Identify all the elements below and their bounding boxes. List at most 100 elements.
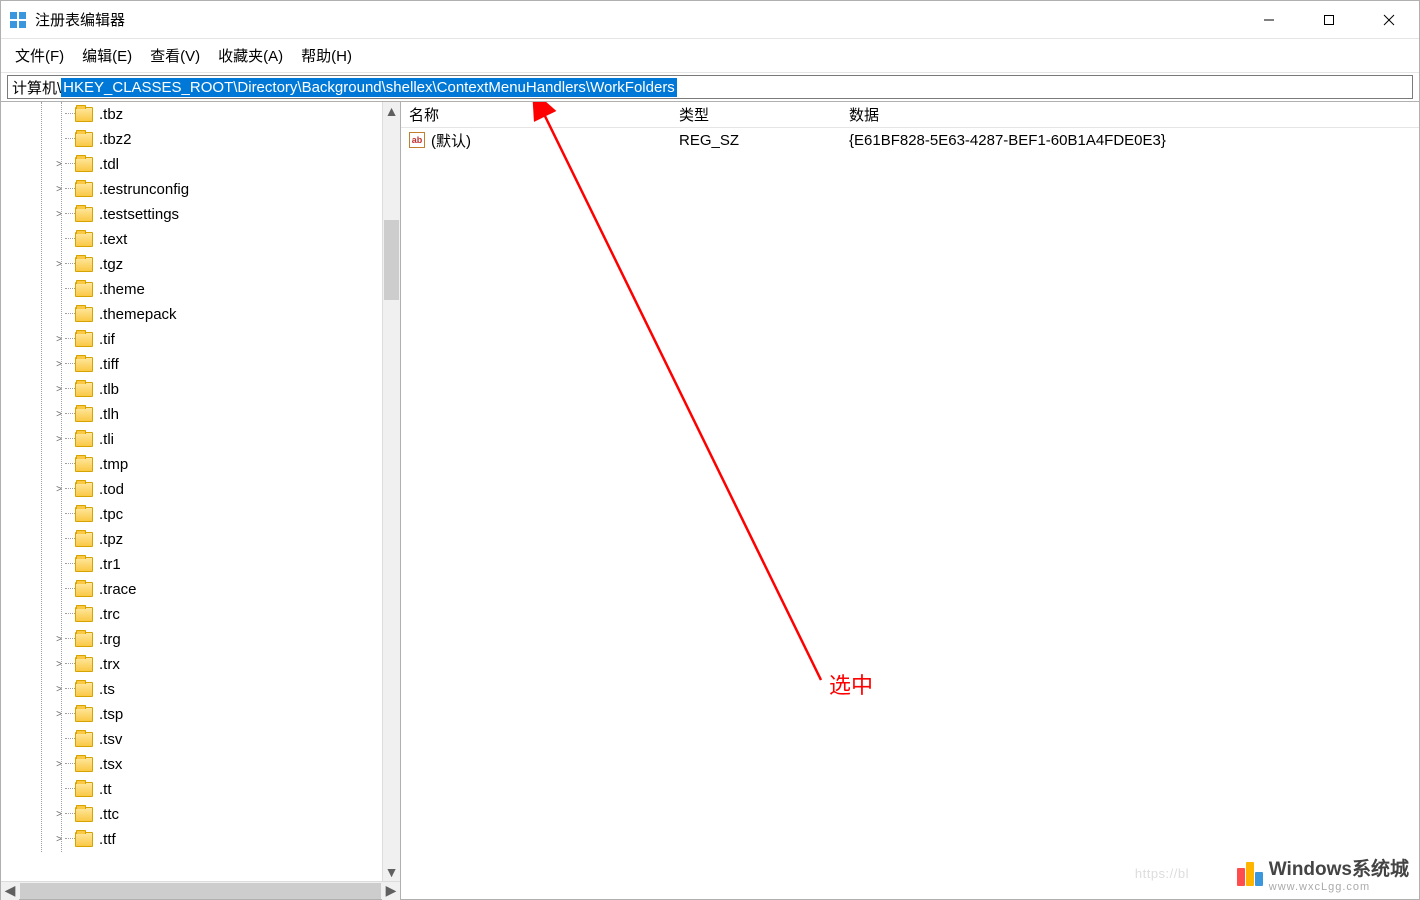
tree-expander-icon[interactable]: > [53, 384, 65, 395]
address-prefix: 计算机\ [8, 77, 61, 98]
address-path: HKEY_CLASSES_ROOT\Directory\Background\s… [61, 78, 677, 97]
tree-item[interactable]: > .tlb [1, 377, 400, 402]
tree-item[interactable]: >.tif [1, 327, 400, 352]
folder-icon [75, 232, 93, 247]
tree-item-label: .tr1 [99, 556, 121, 573]
tree-expander-icon[interactable]: > [53, 159, 65, 170]
tree-item[interactable]: .theme [1, 277, 400, 302]
tree-item[interactable]: > .trg [1, 627, 400, 652]
tree-item-label: .tt [99, 781, 112, 798]
watermark-url: www.wxcLgg.com [1269, 881, 1409, 893]
column-header-name[interactable]: 名称 [401, 102, 671, 127]
tree-item-label: .ts [99, 681, 115, 698]
tree-item[interactable]: .trace [1, 577, 400, 602]
tree-item[interactable]: .tt [1, 777, 400, 802]
folder-icon [75, 832, 93, 847]
folder-icon [75, 432, 93, 447]
tree-item-label: .tiff [99, 356, 119, 373]
tree-item[interactable]: .tmp [1, 452, 400, 477]
tree-item[interactable]: .tpz [1, 527, 400, 552]
value-row[interactable]: ab (默认) REG_SZ {E61BF828-5E63-4287-BEF1-… [401, 128, 1419, 152]
tree-item[interactable]: .text [1, 227, 400, 252]
tree-item[interactable]: .tsv [1, 727, 400, 752]
tree-item[interactable]: .tpc [1, 502, 400, 527]
tree-item[interactable]: >.trx [1, 652, 400, 677]
tree-item[interactable]: >.testrunconfig [1, 177, 400, 202]
tree-item[interactable]: >.tsx [1, 752, 400, 777]
tree-item-label: .tlb [99, 381, 119, 398]
tree-expander-icon[interactable]: > [53, 684, 65, 695]
scroll-right-button[interactable]: ▶ [382, 882, 400, 900]
tree-item[interactable]: >.tgz [1, 252, 400, 277]
tree-item[interactable]: > .tiff [1, 352, 400, 377]
tree-item-label: .text [99, 231, 127, 248]
tree-item[interactable]: .themepack [1, 302, 400, 327]
folder-icon [75, 307, 93, 322]
column-header-data[interactable]: 数据 [841, 102, 1419, 127]
tree-item[interactable]: > .ts [1, 677, 400, 702]
menu-favorites[interactable]: 收藏夹(A) [210, 43, 291, 68]
scroll-up-button[interactable]: ▲ [383, 102, 400, 120]
folder-icon [75, 257, 93, 272]
folder-icon [75, 807, 93, 822]
tree-expander-icon[interactable]: > [53, 834, 65, 845]
menu-file[interactable]: 文件(F) [7, 43, 72, 68]
tree-expander-icon[interactable]: > [53, 759, 65, 770]
tree-item[interactable]: .tbz2 [1, 127, 400, 152]
tree-item[interactable]: .trc [1, 602, 400, 627]
tree-expander-icon[interactable]: > [53, 359, 65, 370]
menu-view[interactable]: 查看(V) [142, 43, 208, 68]
menu-help[interactable]: 帮助(H) [293, 43, 360, 68]
menubar: 文件(F) 编辑(E) 查看(V) 收藏夹(A) 帮助(H) [1, 39, 1419, 73]
tree-item[interactable]: .tr1 [1, 552, 400, 577]
scroll-down-button[interactable]: ▼ [383, 863, 400, 881]
tree-expander-icon[interactable]: > [53, 334, 65, 345]
folder-icon [75, 707, 93, 722]
folder-icon [75, 182, 93, 197]
folder-icon [75, 282, 93, 297]
tree-expander-icon[interactable]: > [53, 184, 65, 195]
tree-expander-icon[interactable]: > [53, 809, 65, 820]
tree-item[interactable]: >.ttc [1, 802, 400, 827]
minimize-button[interactable] [1239, 1, 1299, 38]
tree-expander-icon[interactable]: > [53, 409, 65, 420]
tree-item[interactable]: > .testsettings [1, 202, 400, 227]
folder-icon [75, 457, 93, 472]
maximize-button[interactable] [1299, 1, 1359, 38]
folder-icon [75, 632, 93, 647]
window-controls [1239, 1, 1419, 38]
close-button[interactable] [1359, 1, 1419, 38]
folder-icon [75, 407, 93, 422]
tree-expander-icon[interactable]: > [53, 434, 65, 445]
folder-icon [75, 157, 93, 172]
watermark: Windows系统城 www.wxcLgg.com [1237, 854, 1409, 893]
tree-item-label: .trg [99, 631, 121, 648]
watermark-logo-icon [1237, 862, 1263, 886]
folder-icon [75, 532, 93, 547]
tree-expander-icon[interactable]: > [53, 484, 65, 495]
tree-item[interactable]: >.tsp [1, 702, 400, 727]
tree-item[interactable]: >.tod [1, 477, 400, 502]
tree-expander-icon[interactable]: > [53, 659, 65, 670]
tree-item[interactable]: >.ttf [1, 827, 400, 852]
address-bar[interactable]: 计算机\ HKEY_CLASSES_ROOT\Directory\Backgro… [7, 75, 1413, 99]
tree-expander-icon[interactable]: > [53, 634, 65, 645]
tree-expander-icon[interactable]: > [53, 209, 65, 220]
tree-item[interactable]: >.tli [1, 427, 400, 452]
tree-expander-icon[interactable]: > [53, 259, 65, 270]
tree-horizontal-scrollbar[interactable]: ◀ ▶ [1, 881, 400, 899]
tree-vertical-scrollbar[interactable]: ▲ ▼ [382, 102, 400, 881]
scroll-left-button[interactable]: ◀ [1, 882, 19, 900]
tree-item-label: .testsettings [99, 206, 179, 223]
tree-item-label: .tpc [99, 506, 123, 523]
menu-edit[interactable]: 编辑(E) [74, 43, 140, 68]
tree-item[interactable]: >.tlh [1, 402, 400, 427]
annotation-arrow [401, 102, 1420, 900]
tree-item[interactable]: >.tdl [1, 152, 400, 177]
tree-item-label: .themepack [99, 306, 177, 323]
tree-item[interactable]: .tbz [1, 102, 400, 127]
scroll-thumb-vertical[interactable] [384, 220, 399, 300]
tree-expander-icon[interactable]: > [53, 709, 65, 720]
column-header-type[interactable]: 类型 [671, 102, 841, 127]
scroll-thumb-horizontal[interactable] [20, 883, 381, 899]
